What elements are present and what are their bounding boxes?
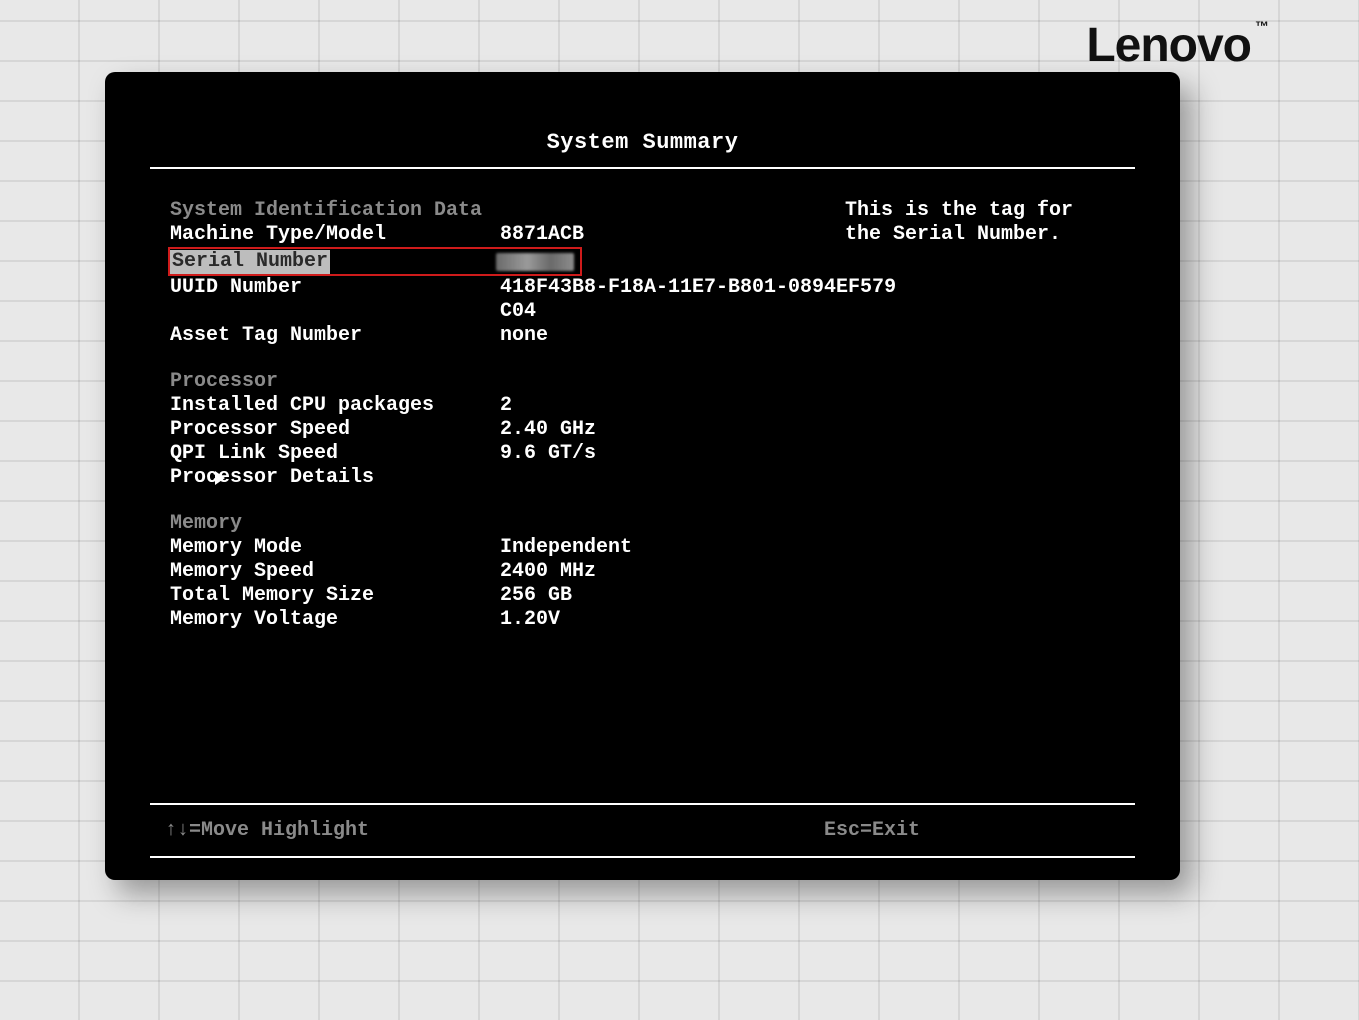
row-serial-number[interactable]: Serial Number: [168, 247, 582, 276]
divider-footer-bottom: [150, 856, 1135, 858]
value-qpi-speed: 9.6 GT/s: [500, 442, 596, 466]
label-memory-speed: Memory Speed: [170, 560, 500, 584]
row-uuid-cont: C04: [170, 300, 1135, 324]
page-title: System Summary: [105, 72, 1180, 167]
row-processor-speed[interactable]: Processor Speed2.40 GHz: [170, 418, 1135, 442]
content-area: This is the tag for the Serial Number. S…: [105, 169, 1180, 632]
value-memory-size: 256 GB: [500, 584, 572, 608]
value-uuid-line2: C04: [500, 300, 536, 324]
label-asset-tag: Asset Tag Number: [170, 324, 500, 348]
label-machine-type: Machine Type/Model: [170, 223, 500, 247]
label-processor-speed: Processor Speed: [170, 418, 500, 442]
row-memory-voltage[interactable]: Memory Voltage1.20V: [170, 608, 1135, 632]
row-uuid[interactable]: UUID Number418F43B8-F18A-11E7-B801-0894E…: [170, 276, 1135, 300]
label-cpu-packages: Installed CPU packages: [170, 394, 500, 418]
label-uuid: UUID Number: [170, 276, 500, 300]
value-uuid-line1: 418F43B8-F18A-11E7-B801-0894EF579: [500, 276, 896, 300]
value-processor-speed: 2.40 GHz: [500, 418, 596, 442]
row-asset-tag[interactable]: Asset Tag Numbernone: [170, 324, 1135, 348]
label-serial-number: Serial Number: [170, 250, 330, 274]
row-memory-size[interactable]: Total Memory Size256 GB: [170, 584, 1135, 608]
value-memory-voltage: 1.20V: [500, 608, 560, 632]
row-cpu-packages[interactable]: Installed CPU packages2: [170, 394, 1135, 418]
bios-console: System Summary This is the tag for the S…: [105, 72, 1180, 880]
row-memory-speed[interactable]: Memory Speed2400 MHz: [170, 560, 1135, 584]
value-memory-mode: Independent: [500, 536, 632, 560]
section-header-processor: Processor: [170, 370, 1135, 394]
row-memory-mode[interactable]: Memory ModeIndependent: [170, 536, 1135, 560]
value-cpu-packages: 2: [500, 394, 512, 418]
row-processor-details[interactable]: Processor Details: [170, 466, 1135, 490]
value-memory-speed: 2400 MHz: [500, 560, 596, 584]
label-qpi-speed: QPI Link Speed: [170, 442, 500, 466]
help-text: This is the tag for the Serial Number.: [845, 199, 1105, 247]
chevron-right-icon: [215, 471, 225, 485]
label-memory-voltage: Memory Voltage: [170, 608, 500, 632]
hint-exit: Esc=Exit: [824, 819, 920, 842]
value-asset-tag: none: [500, 324, 548, 348]
row-qpi-speed[interactable]: QPI Link Speed9.6 GT/s: [170, 442, 1135, 466]
value-machine-type: 8871ACB: [500, 223, 584, 247]
brand-logo: Lenovo™: [1086, 18, 1269, 73]
section-header-memory: Memory: [170, 512, 1135, 536]
label-memory-mode: Memory Mode: [170, 536, 500, 560]
label-memory-size: Total Memory Size: [170, 584, 500, 608]
value-serial-number-redacted: [496, 253, 574, 271]
hint-move-highlight: ↑↓=Move Highlight: [165, 819, 369, 842]
footer: ↑↓=Move Highlight Esc=Exit: [105, 803, 1180, 858]
